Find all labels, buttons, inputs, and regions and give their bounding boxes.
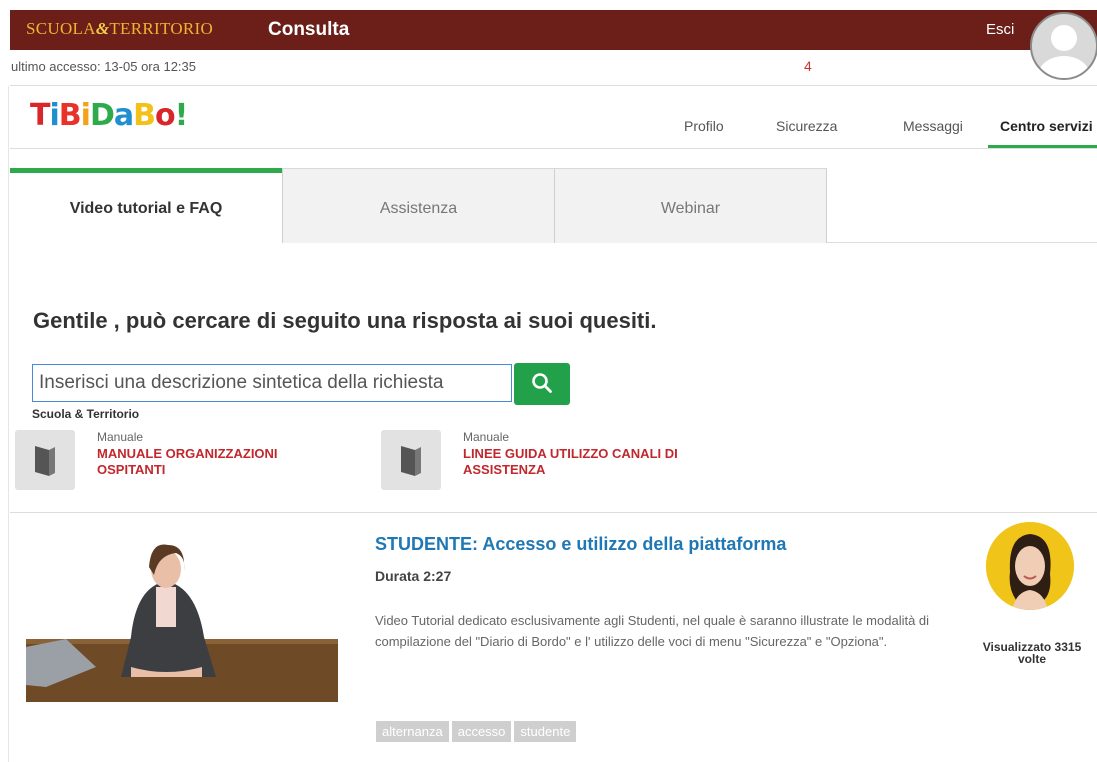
view-count: Visualizzato 3315 volte bbox=[982, 640, 1082, 666]
brand-amp: & bbox=[95, 19, 110, 38]
presenter-image bbox=[26, 527, 338, 702]
video-description: Video Tutorial dedicato esclusivamente a… bbox=[375, 613, 930, 649]
tag[interactable]: accesso bbox=[451, 721, 512, 742]
page-border bbox=[8, 86, 9, 762]
search-button[interactable] bbox=[514, 363, 570, 405]
author-photo bbox=[986, 522, 1074, 610]
nav-item-sicurezza[interactable]: Sicurezza bbox=[776, 118, 837, 134]
video-duration: Durata 2:27 bbox=[375, 568, 452, 584]
info-bar: ultimo accesso: 13-05 ora 12:35 4 bbox=[10, 50, 1097, 86]
brand-suffix: TERRITORIO bbox=[109, 19, 214, 38]
tab-video-tutorial[interactable]: Video tutorial e FAQ bbox=[10, 168, 282, 243]
author-avatar bbox=[986, 522, 1074, 610]
brand-prefix: SCUOLA bbox=[26, 19, 96, 38]
main-nav: Profilo Sicurezza Messaggi Centro serviz… bbox=[0, 118, 1097, 150]
tag-list: alternanza accesso studente bbox=[376, 721, 579, 742]
tab-assistenza[interactable]: Assistenza bbox=[282, 168, 555, 243]
logout-link[interactable]: Esci bbox=[986, 21, 1014, 38]
video-title[interactable]: STUDENTE: Accesso e utilizzo della piatt… bbox=[375, 534, 786, 555]
nav-item-messaggi[interactable]: Messaggi bbox=[903, 118, 963, 134]
search-input[interactable] bbox=[32, 364, 512, 402]
notification-count[interactable]: 4 bbox=[804, 58, 812, 74]
manual-title[interactable]: LINEE GUIDA UTILIZZO CANALI DI ASSISTENZ… bbox=[463, 446, 683, 478]
last-access-text: ultimo accesso: 13-05 ora 12:35 bbox=[11, 59, 196, 74]
brand-logo[interactable]: SCUOLA&TERRITORIO bbox=[26, 19, 213, 39]
manual-item[interactable]: Manuale MANUALE ORGANIZZAZIONI OSPITANTI bbox=[15, 430, 335, 494]
organization-label: Scuola & Territorio bbox=[32, 407, 140, 421]
content-divider bbox=[10, 512, 1097, 513]
tabs-divider bbox=[827, 242, 1097, 243]
header-divider bbox=[10, 148, 1097, 149]
top-bar: SCUOLA&TERRITORIO Consulta Esci bbox=[10, 10, 1097, 50]
nav-item-centro-servizi[interactable]: Centro servizi bbox=[1000, 118, 1093, 134]
search-icon bbox=[532, 372, 552, 393]
book-icon bbox=[381, 430, 441, 490]
manual-kind: Manuale bbox=[97, 430, 144, 444]
tag[interactable]: alternanza bbox=[376, 721, 449, 742]
app-title: Consulta bbox=[268, 19, 350, 40]
tab-webinar[interactable]: Webinar bbox=[554, 168, 827, 243]
tag[interactable]: studente bbox=[514, 721, 577, 742]
search-heading: Gentile , può cercare di seguito una ris… bbox=[33, 308, 657, 333]
nav-item-profilo[interactable]: Profilo bbox=[684, 118, 724, 134]
tab-bar: Video tutorial e FAQ Assistenza Webinar bbox=[10, 168, 1097, 243]
book-icon bbox=[15, 430, 75, 490]
manual-kind: Manuale bbox=[463, 430, 510, 444]
manual-item[interactable]: Manuale LINEE GUIDA UTILIZZO CANALI DI A… bbox=[381, 430, 701, 494]
manual-title[interactable]: MANUALE ORGANIZZAZIONI OSPITANTI bbox=[97, 446, 317, 478]
video-thumbnail[interactable] bbox=[26, 527, 338, 702]
